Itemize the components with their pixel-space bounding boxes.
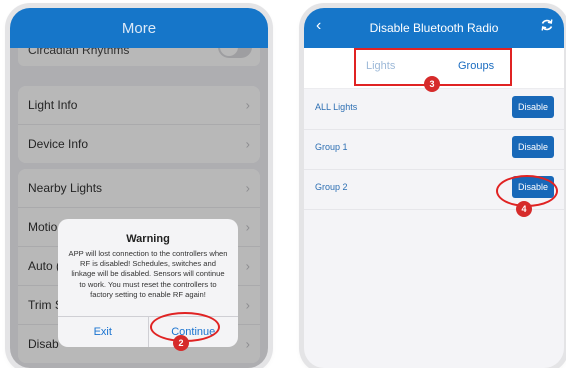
left-phone-screen: More Circadian Rhythms Light Info › Devi… xyxy=(10,8,268,368)
list-item-all-lights: ALL Lights Disable xyxy=(304,89,564,130)
step-badge: 3 xyxy=(424,76,440,92)
dialog-message: APP will lost connection to the controll… xyxy=(68,249,228,299)
step-badge: 4 xyxy=(516,201,532,217)
refresh-icon-svg xyxy=(541,19,553,31)
list-item-group-1: Group 1 Disable xyxy=(304,129,564,170)
disable-button-group-1[interactable]: Disable xyxy=(512,136,554,158)
list-item-label: Group 1 xyxy=(315,142,348,152)
refresh-icon[interactable] xyxy=(540,18,554,35)
right-phone-screen: ‹ Disable Bluetooth Radio Lights Groups … xyxy=(304,8,564,368)
list-item-label: ALL Lights xyxy=(315,102,358,112)
page-title: More xyxy=(121,19,157,37)
step-badge: 2 xyxy=(173,335,189,351)
disable-button-all-lights[interactable]: Disable xyxy=(512,96,554,118)
header-bar: More xyxy=(10,8,268,48)
page-title: Disable Bluetooth Radio xyxy=(369,21,499,35)
dialog-title: Warning xyxy=(126,233,170,245)
back-arrow-icon[interactable]: ‹ xyxy=(316,17,321,35)
exit-button[interactable]: Exit xyxy=(58,317,149,347)
header-bar: ‹ Disable Bluetooth Radio xyxy=(304,8,564,48)
list-item-label: Group 2 xyxy=(315,182,348,192)
